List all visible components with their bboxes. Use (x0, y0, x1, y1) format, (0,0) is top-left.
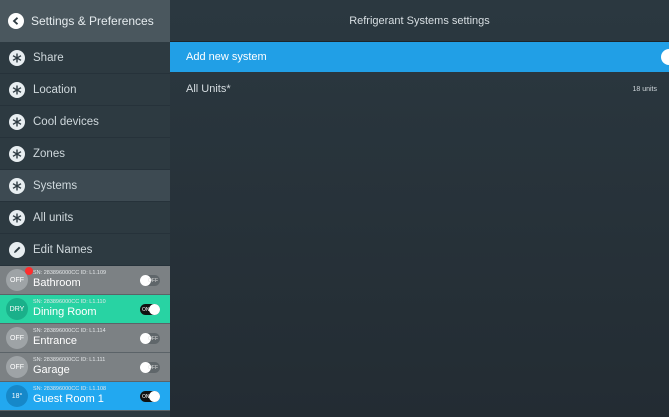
sidebar-item-label: Edit Names (33, 243, 93, 256)
room-name: Entrance (33, 335, 78, 348)
toggle-knob (149, 304, 160, 315)
mode-badge: DRY (6, 298, 28, 320)
add-new-system-button[interactable]: Add new system (170, 42, 669, 72)
sidebar-item-systems[interactable]: Systems (0, 170, 170, 202)
room-serial: SN: 283896000CC ID: L1.108 (33, 385, 107, 392)
sidebar-item-all-units[interactable]: All units (0, 202, 170, 234)
room-serial: SN: 283896000CC ID: L1.109 (33, 269, 107, 276)
snowflake-icon (9, 145, 25, 162)
room-name: Bathroom (33, 277, 81, 290)
main-panel: Refrigerant Systems settings Add new sys… (170, 0, 669, 417)
sidebar-title: Settings & Preferences (31, 14, 154, 28)
room-row-entrance[interactable]: OFF SN: 283896000CC ID: L1.114 Entrance … (0, 324, 170, 353)
sidebar-item-label: All units (33, 211, 74, 224)
room-row-garage[interactable]: OFF SN: 283896000CC ID: L1.111 Garage OF… (0, 353, 170, 382)
room-serial: SN: 283896000CC ID: L1.114 (33, 327, 106, 334)
mode-badge: 18° (6, 385, 28, 407)
snowflake-icon (9, 113, 25, 130)
room-row-dining-room[interactable]: DRY SN: 283896000CC ID: L1.110 Dining Ro… (0, 295, 170, 324)
alert-dot-icon (25, 267, 33, 275)
room-name: Guest Room 1 (33, 393, 104, 406)
mode-badge: OFF (6, 327, 28, 349)
room-serial: SN: 283896000CC ID: L1.111 (33, 356, 106, 363)
sidebar-item-cool-devices[interactable]: Cool devices (0, 106, 170, 138)
sidebar-item-share[interactable]: Share (0, 42, 170, 74)
mode-badge: OFF (6, 356, 28, 378)
sidebar-item-zones[interactable]: Zones (0, 138, 170, 170)
add-circle-icon (661, 49, 669, 65)
power-toggle[interactable]: OFF (140, 333, 160, 344)
sidebar-item-label: Systems (33, 179, 78, 192)
toggle-state: ON (142, 394, 150, 400)
snowflake-icon (9, 177, 25, 194)
toggle-state: OFF (148, 278, 158, 284)
unit-count: 18 units (632, 85, 657, 93)
back-arrow-icon (8, 13, 24, 29)
add-new-system-label: Add new system (186, 51, 267, 63)
room-serial: SN: 283896000CC ID: L1.110 (33, 298, 106, 305)
back-button[interactable]: Settings & Preferences (0, 0, 170, 42)
toggle-state: OFF (148, 336, 158, 342)
snowflake-icon (9, 81, 25, 98)
room-row-guest-room-1[interactable]: 18° SN: 283896000CC ID: L1.108 Guest Roo… (0, 382, 170, 411)
room-name: Garage (33, 364, 70, 377)
list-item-label: All Units* (186, 83, 231, 95)
power-toggle[interactable]: ON (140, 304, 160, 315)
sidebar-item-label: Zones (33, 147, 65, 160)
toggle-state: ON (142, 307, 150, 313)
sidebar-item-edit-names[interactable]: Edit Names (0, 234, 170, 266)
toggle-knob (149, 391, 160, 402)
snowflake-icon (9, 49, 25, 66)
list-item-all-units[interactable]: All Units* 18 units (170, 72, 669, 106)
power-toggle[interactable]: ON (140, 391, 160, 402)
room-row-bathroom[interactable]: OFF SN: 283896000CC ID: L1.109 Bathroom … (0, 266, 170, 295)
room-name: Dining Room (33, 306, 97, 319)
pencil-icon (9, 241, 25, 258)
toggle-state: OFF (148, 365, 158, 371)
sidebar-item-label: Share (33, 51, 64, 64)
power-toggle[interactable]: OFF (140, 362, 160, 373)
sidebar-item-location[interactable]: Location (0, 74, 170, 106)
sidebar-item-label: Location (33, 83, 77, 96)
snowflake-icon (9, 209, 25, 226)
page-title: Refrigerant Systems settings (170, 0, 669, 42)
sidebar: Settings & Preferences Share Location Co… (0, 0, 170, 417)
sidebar-item-label: Cool devices (33, 115, 99, 128)
power-toggle[interactable]: OFF (140, 275, 160, 286)
